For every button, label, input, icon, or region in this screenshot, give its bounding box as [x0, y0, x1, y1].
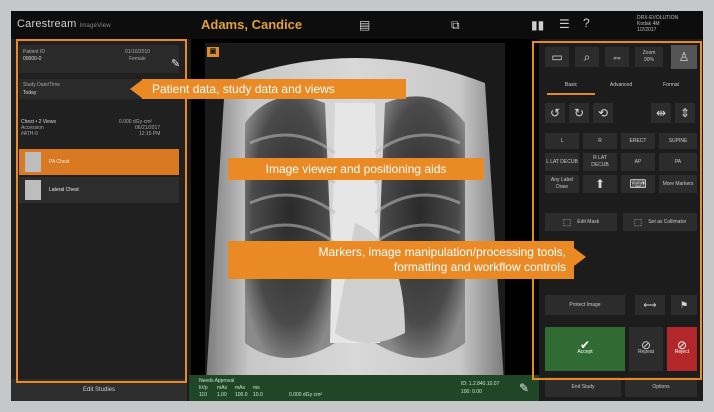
arrow-left-icon — [130, 80, 142, 98]
title-bar: Carestream ImageView Adams, Candice ▤ ⧉ ▮… — [11, 11, 703, 39]
end-study-button[interactable]: End Study — [545, 377, 621, 397]
image-info-footer: Needs Approval kVp mAs mAs ms 110 1.00 1… — [189, 375, 539, 401]
callout-patient-data: Patient data, study data and views — [142, 79, 406, 99]
callout-tools: Markers, image manipulation/processing t… — [228, 241, 574, 279]
options-button[interactable]: Options — [625, 377, 697, 397]
system-info: DRX-EVOLUTION Kodak 4M 1/2/2017 — [637, 15, 679, 33]
orientation-marker-icon[interactable]: ▣ — [207, 47, 219, 57]
compare-icon[interactable]: ▮▮ — [531, 19, 544, 31]
window-restore-icon[interactable]: ⧉ — [451, 19, 460, 31]
callout-image-viewer: Image viewer and positioning aids — [228, 158, 484, 180]
layout-grid-icon[interactable]: ▤ — [359, 19, 370, 31]
menu-icon[interactable]: ☰ — [559, 18, 570, 30]
tools-panel-highlight — [532, 41, 702, 380]
annotate-pencil-icon[interactable]: ✎ — [519, 381, 529, 395]
arrow-right-icon — [574, 248, 586, 266]
app-brand: Carestream ImageView — [17, 18, 111, 30]
help-icon[interactable]: ? — [583, 17, 590, 29]
patient-name: Adams, Candice — [201, 17, 303, 32]
approval-status: Needs Approval — [199, 378, 235, 384]
